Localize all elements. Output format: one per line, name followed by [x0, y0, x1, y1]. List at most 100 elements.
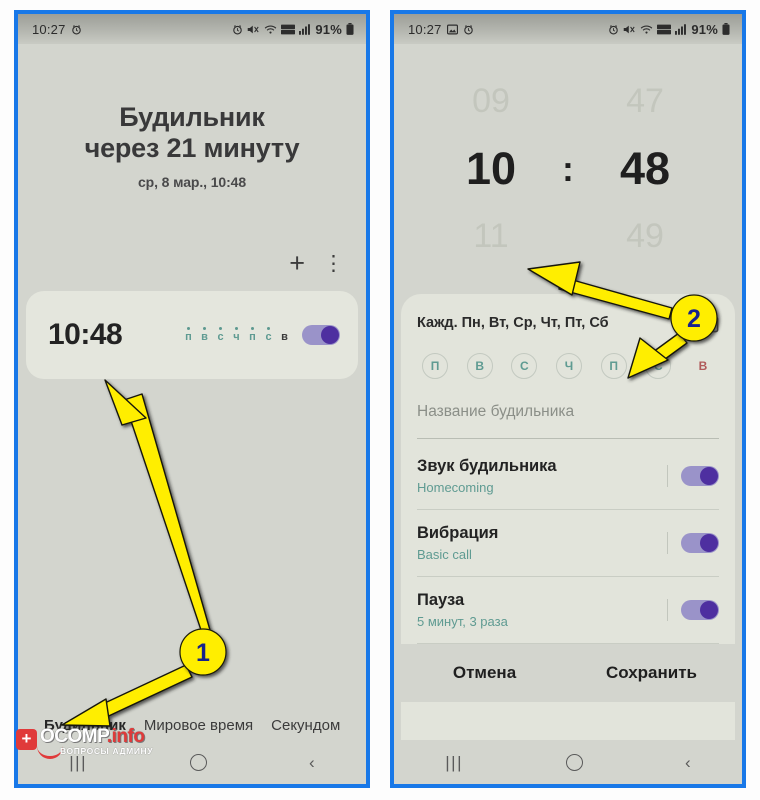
day-indicator: п: [183, 326, 194, 343]
alarm-icon: [232, 24, 243, 35]
time-separator: :: [562, 149, 574, 189]
day-active-dot: [251, 326, 254, 330]
snooze-toggle[interactable]: [681, 600, 719, 620]
setting-row-text: Пауза 5 минут, 3 раза: [417, 591, 508, 629]
day-selector[interactable]: П В С Ч П С В: [417, 346, 719, 386]
volte-icon: [657, 24, 672, 35]
tab-stopwatch[interactable]: Секундом: [271, 717, 340, 734]
home-icon[interactable]: [565, 753, 583, 771]
battery-icon: [722, 23, 730, 35]
plus-icon: +: [16, 729, 37, 750]
cancel-button[interactable]: Отмена: [401, 663, 568, 683]
setting-row-text: Звук будильника Homecoming: [417, 457, 557, 495]
minute-prev-value[interactable]: 47: [626, 82, 664, 121]
more-options-icon[interactable]: ⋮: [323, 253, 344, 274]
day-letter: п: [185, 330, 192, 343]
setting-row-vibration[interactable]: Вибрация Basic call: [417, 510, 719, 577]
alarm-item-time: 10:48: [48, 317, 123, 351]
wifi-icon: [640, 24, 653, 35]
divider: [667, 599, 668, 621]
alarm-name-placeholder: Название будильника: [417, 403, 575, 420]
add-alarm-icon[interactable]: +: [289, 249, 305, 277]
mute-icon: [623, 24, 636, 35]
day-active-dot: [203, 326, 206, 330]
minute-selected-value[interactable]: 48: [620, 143, 670, 195]
day-circle-tuesday[interactable]: В: [466, 353, 493, 379]
alarm-list-actions: + ⋮: [18, 249, 366, 277]
day-circle-sunday[interactable]: В: [690, 353, 716, 379]
day-circle-wednesday[interactable]: С: [511, 353, 538, 379]
toggle-knob: [700, 601, 718, 619]
watermark-brand-name: OCOMP: [40, 726, 107, 747]
alarm-summary-header: Будильник через 21 минуту ср, 8 мар., 10…: [18, 44, 366, 190]
setting-row-text: Вибрация Basic call: [417, 524, 498, 562]
setting-row-controls: [667, 599, 719, 621]
day-indicator: в: [279, 327, 290, 343]
day-indicator: в: [199, 326, 210, 343]
alarm-name-field[interactable]: Название будильника: [417, 386, 719, 439]
setting-row-snooze[interactable]: Пауза 5 минут, 3 раза: [417, 577, 719, 644]
alarm-enable-toggle[interactable]: [302, 324, 340, 345]
status-bar-left: 10:27: [32, 22, 82, 37]
hour-prev-value[interactable]: 09: [472, 82, 510, 121]
right-phone-content: 09 10 11 : 47 48 49 Кажд. Пн, Вт, Ср, Чт…: [394, 44, 742, 740]
minute-picker-column[interactable]: 47 48 49: [591, 82, 699, 256]
alarm-icon: [608, 24, 619, 35]
setting-row-alarm-sound[interactable]: Звук будильника Homecoming: [417, 443, 719, 510]
alarm-summary-title-line2: через 21 минуту: [84, 133, 300, 164]
volte-icon: [281, 24, 296, 35]
recents-icon[interactable]: |||: [445, 754, 463, 771]
day-letter: ч: [233, 330, 240, 343]
day-circle-friday[interactable]: П: [600, 353, 627, 379]
watermark-brand: OCOMP.info: [40, 726, 145, 748]
sheet-action-bar: Отмена Сохранить: [401, 644, 735, 702]
screenshot-root: 10:27 91% Будильник через 21 минуту ср, …: [0, 0, 760, 800]
time-picker[interactable]: 09 10 11 : 47 48 49: [394, 44, 742, 294]
minute-next-value[interactable]: 49: [626, 217, 664, 256]
hour-next-value[interactable]: 11: [473, 217, 508, 256]
alarm-icon: [71, 24, 82, 35]
toggle-knob: [700, 534, 718, 552]
battery-level: 91%: [315, 21, 342, 37]
watermark-brand-tld: .info: [106, 726, 145, 747]
alarm-list-item[interactable]: 10:48 п в с ч п с в: [26, 290, 358, 379]
setting-row-controls: [667, 532, 719, 554]
day-letter: п: [249, 330, 256, 343]
toggle-knob: [321, 325, 339, 344]
right-status-bar: 10:27 91%: [394, 14, 742, 44]
hour-selected-value[interactable]: 10: [466, 143, 516, 195]
back-icon[interactable]: ‹: [309, 754, 315, 771]
status-bar-clock: 10:27: [32, 21, 66, 37]
setting-title: Пауза: [417, 591, 465, 609]
day-active-dot: [283, 327, 286, 330]
alarm-sound-toggle[interactable]: [681, 466, 719, 486]
setting-title: Вибрация: [417, 524, 499, 542]
image-icon: [446, 24, 458, 35]
setting-subtitle: Basic call: [417, 547, 472, 562]
status-bar-right: 91%: [232, 22, 354, 37]
alarm-icon: [463, 24, 474, 35]
day-circle-monday[interactable]: П: [422, 353, 448, 379]
hour-picker-column[interactable]: 09 10 11: [437, 82, 545, 256]
status-bar-left: 10:27: [408, 22, 474, 37]
alarm-summary-title-line1: Будильник: [119, 102, 265, 132]
day-letter: в: [201, 330, 208, 343]
vibration-toggle[interactable]: [681, 533, 719, 553]
day-letter: в: [281, 330, 288, 343]
day-active-dot: [235, 326, 238, 330]
alarm-summary-subtitle: ср, 8 мар., 10:48: [137, 173, 247, 190]
save-button[interactable]: Сохранить: [568, 663, 735, 683]
day-active-dot: [267, 326, 270, 330]
repeat-schedule-row[interactable]: Кажд. Пн, Вт, Ср, Чт, Пт, Сб: [417, 294, 719, 346]
setting-row-controls: [667, 465, 719, 487]
status-bar-right: 91%: [608, 22, 730, 37]
right-system-navbar: ||| ‹: [394, 740, 742, 784]
day-circle-thursday[interactable]: Ч: [555, 353, 582, 379]
mute-icon: [247, 24, 260, 35]
watermark-tagline: ВОПРОСЫ АДМИНУ: [60, 746, 154, 756]
back-icon[interactable]: ‹: [685, 754, 691, 771]
day-circle-saturday[interactable]: С: [645, 353, 672, 379]
battery-level: 91%: [691, 21, 718, 37]
calendar-icon[interactable]: [700, 314, 719, 333]
home-icon[interactable]: [189, 753, 207, 771]
